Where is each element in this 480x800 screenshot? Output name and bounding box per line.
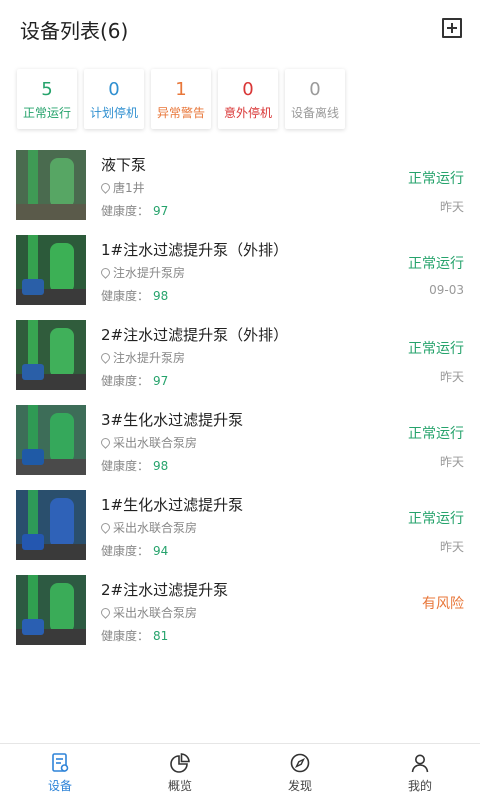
stat-count: 1 <box>175 79 187 100</box>
device-name: 2#注水过滤提升泵（外排） <box>101 326 289 344</box>
tab-label: 发现 <box>287 779 312 793</box>
device-health: 健康度： 98 <box>101 287 168 304</box>
location-text: 采出水联合泵房 <box>113 521 198 535</box>
health-value: 81 <box>153 629 169 643</box>
device-name: 1#生化水过滤提升泵 <box>101 496 244 514</box>
update-date: 昨天 <box>439 540 464 554</box>
update-date: 昨天 <box>439 455 464 469</box>
device-photo <box>16 575 86 645</box>
status-summary: 5 正常运行 0 计划停机 1 异常警告 0 意外停机 0 设备离线 <box>17 69 345 129</box>
stat-card-planned-stop[interactable]: 0 计划停机 <box>84 69 144 129</box>
device-name: 2#注水过滤提升泵 <box>101 581 229 599</box>
device-health: 健康度： 97 <box>101 372 168 389</box>
device-photo <box>16 235 86 305</box>
location-text: 唐1井 <box>113 181 145 195</box>
header: 设备列表(6) <box>0 0 480 56</box>
pie-chart-icon <box>170 753 190 773</box>
device-health: 健康度： 81 <box>101 627 168 644</box>
stat-count: 0 <box>108 79 120 100</box>
update-date: 昨天 <box>439 200 464 214</box>
status-badge: 正常运行 <box>408 511 464 527</box>
tab-overview[interactable]: 概览 <box>120 744 240 800</box>
device-location: 注水提升泵房 <box>99 349 186 366</box>
update-date: 09-03 <box>429 283 464 297</box>
location-pin-icon <box>99 606 112 619</box>
location-pin-icon <box>99 181 112 194</box>
status-badge: 正常运行 <box>408 171 464 187</box>
device-name: 液下泵 <box>101 156 147 174</box>
device-health: 健康度： 94 <box>101 542 168 559</box>
stat-count: 0 <box>242 79 254 100</box>
device-location: 注水提升泵房 <box>99 264 186 281</box>
tab-label: 设备 <box>47 779 72 793</box>
location-pin-icon <box>99 436 112 449</box>
device-name: 3#生化水过滤提升泵 <box>101 411 244 429</box>
device-item[interactable]: 3#生化水过滤提升泵 采出水联合泵房 健康度： 98 正常运行 昨天 <box>0 405 480 490</box>
location-text: 注水提升泵房 <box>113 266 186 280</box>
tab-label: 我的 <box>407 779 432 793</box>
stat-card-offline[interactable]: 0 设备离线 <box>285 69 345 129</box>
stat-label: 异常警告 <box>156 106 205 120</box>
tab-profile[interactable]: 我的 <box>360 744 480 800</box>
stat-card-running[interactable]: 5 正常运行 <box>17 69 77 129</box>
device-photo <box>16 320 86 390</box>
device-list-icon <box>52 753 69 772</box>
location-pin-icon <box>99 266 112 279</box>
status-badge: 正常运行 <box>408 426 464 442</box>
tab-label: 概览 <box>167 779 192 793</box>
location-text: 采出水联合泵房 <box>113 436 198 450</box>
health-label: 健康度： <box>101 289 150 303</box>
health-value: 94 <box>153 544 169 558</box>
health-label: 健康度： <box>101 374 150 388</box>
stat-card-unexpected-stop[interactable]: 0 意外停机 <box>218 69 278 129</box>
device-health: 健康度： 98 <box>101 457 168 474</box>
device-health: 健康度： 97 <box>101 202 168 219</box>
stat-count: 0 <box>309 79 321 100</box>
health-label: 健康度： <box>101 204 150 218</box>
device-location: 采出水联合泵房 <box>99 519 198 536</box>
health-label: 健康度： <box>101 629 150 643</box>
tab-discover[interactable]: 发现 <box>240 744 360 800</box>
health-value: 98 <box>153 459 169 473</box>
status-badge: 正常运行 <box>408 256 464 272</box>
health-label: 健康度： <box>101 459 150 473</box>
location-pin-icon <box>99 521 112 534</box>
health-value: 97 <box>153 204 169 218</box>
stat-label: 计划停机 <box>89 106 138 120</box>
device-item[interactable]: 1#注水过滤提升泵（外排） 注水提升泵房 健康度： 98 正常运行 09-03 <box>0 235 480 320</box>
location-pin-icon <box>99 351 112 364</box>
health-label: 健康度： <box>101 544 150 558</box>
device-photo <box>16 150 86 220</box>
stat-count: 5 <box>41 79 53 100</box>
health-value: 98 <box>153 289 169 303</box>
location-text: 注水提升泵房 <box>113 351 186 365</box>
location-text: 采出水联合泵房 <box>113 606 198 620</box>
device-list: 液下泵 唐1井 健康度： 97 正常运行 昨天 1#注水过滤提升泵（外排） 注水提… <box>0 150 480 660</box>
device-name: 1#注水过滤提升泵（外排） <box>101 241 289 259</box>
stat-card-warning[interactable]: 1 异常警告 <box>151 69 211 129</box>
device-item[interactable]: 2#注水过滤提升泵 采出水联合泵房 健康度： 81 有风险 <box>0 575 480 660</box>
bottom-tab-bar: 设备 概览 发现 我的 <box>0 743 480 800</box>
stat-label: 意外停机 <box>223 106 272 120</box>
status-badge: 有风险 <box>422 596 464 612</box>
device-photo <box>16 490 86 560</box>
device-item[interactable]: 1#生化水过滤提升泵 采出水联合泵房 健康度： 94 正常运行 昨天 <box>0 490 480 575</box>
device-location: 采出水联合泵房 <box>99 434 198 451</box>
page-title: 设备列表(6) <box>20 19 129 43</box>
compass-icon <box>290 753 310 773</box>
stat-label: 设备离线 <box>290 106 339 120</box>
stat-label: 正常运行 <box>22 106 71 120</box>
device-item[interactable]: 2#注水过滤提升泵（外排） 注水提升泵房 健康度： 97 正常运行 昨天 <box>0 320 480 405</box>
device-photo <box>16 405 86 475</box>
health-value: 97 <box>153 374 169 388</box>
user-icon <box>411 754 429 773</box>
status-badge: 正常运行 <box>408 341 464 357</box>
add-device-button[interactable] <box>442 18 462 38</box>
device-item[interactable]: 液下泵 唐1井 健康度： 97 正常运行 昨天 <box>0 150 480 235</box>
device-location: 采出水联合泵房 <box>99 604 198 621</box>
device-location: 唐1井 <box>99 179 145 196</box>
update-date: 昨天 <box>439 370 464 384</box>
tab-devices[interactable]: 设备 <box>0 744 120 800</box>
